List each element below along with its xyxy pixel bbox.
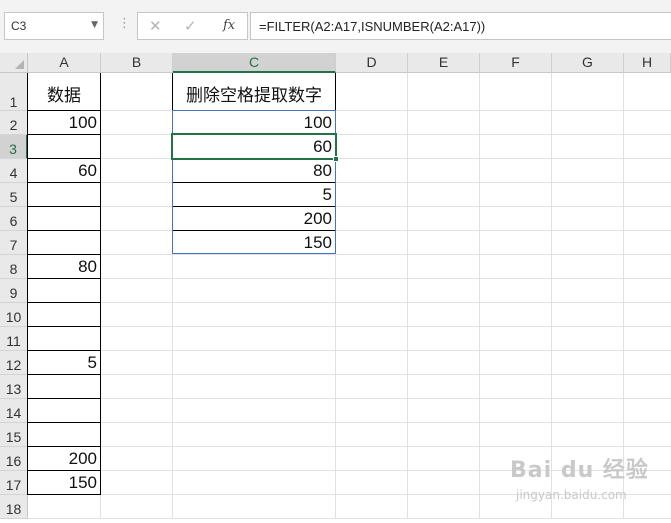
gridline xyxy=(28,350,671,351)
row-header-8[interactable]: 8 xyxy=(0,255,28,279)
select-all-triangle-icon xyxy=(15,60,24,69)
watermark-text: Bai du 经验 xyxy=(510,458,649,483)
cell-border xyxy=(28,326,101,327)
gridline xyxy=(28,206,671,207)
cell-a2[interactable]: 100 xyxy=(28,111,100,134)
column-header-g[interactable]: G xyxy=(552,53,624,73)
watermark-url: jingyan.baidu.com xyxy=(516,488,627,502)
cell-border xyxy=(335,73,336,111)
column-header-a[interactable]: A xyxy=(28,53,101,73)
gridline xyxy=(479,73,480,519)
row-header-18[interactable]: 18 xyxy=(0,495,28,519)
column-header-h[interactable]: H xyxy=(624,53,671,73)
row-header-16[interactable]: 16 xyxy=(0,447,28,471)
select-all-button[interactable] xyxy=(0,53,28,73)
gridline xyxy=(28,446,671,447)
gridline xyxy=(407,73,408,519)
row-header-3[interactable]: 3 xyxy=(0,135,28,159)
gridline xyxy=(28,182,671,183)
cell-border xyxy=(28,422,101,423)
cell-a17[interactable]: 150 xyxy=(28,471,100,494)
row-header-14[interactable]: 14 xyxy=(0,399,28,423)
cell-c6[interactable]: 200 xyxy=(173,207,335,230)
cell-border xyxy=(100,73,101,495)
row-header-13[interactable]: 13 xyxy=(0,375,28,399)
gridline xyxy=(28,158,671,159)
cell-c1[interactable]: 删除空格提取数字 xyxy=(173,73,335,110)
row-header-17[interactable]: 17 xyxy=(0,471,28,495)
row-header-6[interactable]: 6 xyxy=(0,207,28,231)
formula-buttons: ✕ ✓ fx xyxy=(137,12,248,40)
row-header-12[interactable]: 12 xyxy=(0,351,28,375)
row-header-5[interactable]: 5 xyxy=(0,183,28,207)
chevron-down-icon[interactable]: ▼ xyxy=(91,20,98,30)
gridline xyxy=(28,374,671,375)
more-options-icon[interactable]: ⋮ xyxy=(118,16,131,31)
column-header-c[interactable]: C xyxy=(173,53,336,73)
formula-input[interactable]: =FILTER(A2:A17,ISNUMBER(A2:A17)) xyxy=(250,12,671,40)
cell-border xyxy=(27,73,28,495)
column-header-b[interactable]: B xyxy=(101,53,173,73)
column-header-d[interactable]: D xyxy=(336,53,408,73)
name-box[interactable]: C3 ▼ xyxy=(4,12,104,40)
gridline xyxy=(28,302,671,303)
gridline xyxy=(28,422,671,423)
cell-a16[interactable]: 200 xyxy=(28,447,100,470)
cell-a4[interactable]: 60 xyxy=(28,159,100,182)
row-header-7[interactable]: 7 xyxy=(0,231,28,255)
cancel-icon[interactable]: ✕ xyxy=(149,17,162,35)
cell-border xyxy=(28,134,101,135)
cell-a8[interactable]: 80 xyxy=(28,255,100,278)
formula-text: =FILTER(A2:A17,ISNUMBER(A2:A17)) xyxy=(259,19,486,34)
gridline xyxy=(28,230,671,231)
gridline xyxy=(28,326,671,327)
cell-border xyxy=(28,230,101,231)
fill-handle[interactable] xyxy=(333,156,339,162)
row-header-10[interactable]: 10 xyxy=(0,303,28,327)
column-header-f[interactable]: F xyxy=(480,53,552,73)
cell-c4[interactable]: 80 xyxy=(173,159,335,182)
gridline xyxy=(28,254,671,255)
cell-border xyxy=(28,398,101,399)
cell-a1[interactable]: 数据 xyxy=(28,73,100,110)
cell-border xyxy=(28,182,101,183)
insert-function-button[interactable]: fx xyxy=(223,18,235,33)
worksheet-grid: A B C D E F G H 1 2 3 4 5 6 7 8 9 10 11 … xyxy=(0,53,671,519)
enter-icon[interactable]: ✓ xyxy=(184,17,197,35)
row-header-11[interactable]: 11 xyxy=(0,327,28,351)
cell-border xyxy=(28,278,101,279)
column-header-e[interactable]: E xyxy=(408,53,480,73)
cell-c7[interactable]: 150 xyxy=(173,231,335,254)
formula-bar: C3 ▼ ⋮ ✕ ✓ fx =FILTER(A2:A17,ISNUMBER(A2… xyxy=(0,0,671,53)
watermark-logo: Bai du 经验 jingyan.baidu.com xyxy=(510,452,660,512)
gridline xyxy=(28,398,671,399)
cell-border xyxy=(28,302,101,303)
row-header-2[interactable]: 2 xyxy=(0,111,28,135)
row-header-9[interactable]: 9 xyxy=(0,279,28,303)
name-box-value: C3 xyxy=(11,19,27,33)
row-header-1[interactable]: 1 xyxy=(0,73,28,111)
cell-c5[interactable]: 5 xyxy=(173,183,335,206)
row-header-4[interactable]: 4 xyxy=(0,159,28,183)
gridline xyxy=(28,278,671,279)
active-cell-selection[interactable] xyxy=(171,133,337,160)
gridline xyxy=(28,110,671,111)
row-header-15[interactable]: 15 xyxy=(0,423,28,447)
cell-border xyxy=(28,374,101,375)
cell-border xyxy=(28,206,101,207)
cell-border xyxy=(28,494,101,495)
cell-c2[interactable]: 100 xyxy=(173,111,335,134)
cell-a12[interactable]: 5 xyxy=(28,351,100,374)
gridline xyxy=(28,134,671,135)
